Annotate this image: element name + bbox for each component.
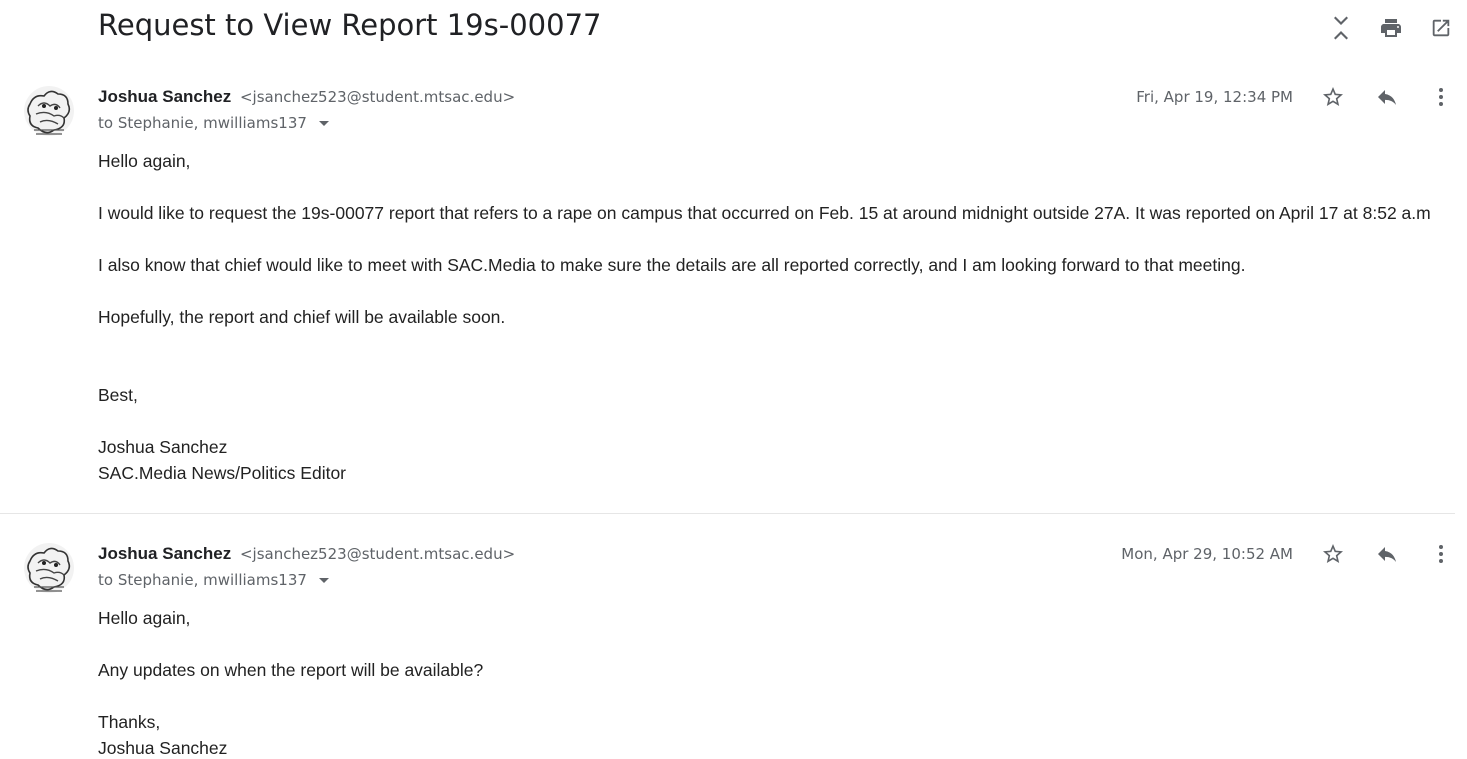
more-options-icon[interactable]: [1427, 83, 1455, 111]
body-line: Joshua Sanchez: [98, 437, 228, 457]
body-line: Best,: [98, 385, 138, 405]
message-divider: [0, 513, 1455, 514]
body-line: Hello again,: [98, 608, 191, 628]
sender-line: Joshua Sanchez <jsanchez523@student.mtsa…: [98, 544, 515, 564]
star-icon[interactable]: [1319, 83, 1347, 111]
body-line: Any updates on when the report will be a…: [98, 660, 484, 680]
thread-subject: Request to View Report 19s-00077: [98, 8, 602, 42]
body-line: I would like to request the 19s-00077 re…: [98, 203, 1431, 223]
star-icon[interactable]: [1319, 540, 1347, 568]
message-actions: [1293, 540, 1455, 568]
show-details-caret-icon[interactable]: [318, 577, 329, 583]
open-in-new-window-icon[interactable]: [1427, 14, 1455, 42]
reply-icon[interactable]: [1373, 540, 1401, 568]
body-line: Hello again,: [98, 151, 191, 171]
body-line: Hopefully, the report and chief will be …: [98, 307, 506, 327]
thread-toolbar: [1327, 14, 1455, 42]
body-line: Thanks,: [98, 712, 161, 732]
sender-email: <jsanchez523@student.mtsac.edu>: [239, 545, 516, 563]
message-date: Fri, Apr 19, 12:34 PM: [1136, 88, 1293, 106]
recipients-line: to Stephanie, mwilliams137: [98, 114, 329, 132]
reply-icon[interactable]: [1373, 83, 1401, 111]
show-details-caret-icon[interactable]: [318, 120, 329, 126]
more-options-icon[interactable]: [1427, 540, 1455, 568]
avatar[interactable]: [20, 541, 78, 595]
sender-name[interactable]: Joshua Sanchez: [98, 544, 231, 563]
message-actions: [1293, 83, 1455, 111]
recipients-text: to Stephanie, mwilliams137: [98, 571, 307, 589]
sender-name[interactable]: Joshua Sanchez: [98, 87, 231, 106]
sender-line: Joshua Sanchez <jsanchez523@student.mtsa…: [98, 87, 515, 107]
avatar[interactable]: [20, 84, 78, 138]
body-line: SAC.Media News/Politics Editor: [98, 463, 346, 483]
recipients-line: to Stephanie, mwilliams137: [98, 571, 329, 589]
body-line: Joshua Sanchez: [98, 738, 228, 758]
sender-email: <jsanchez523@student.mtsac.edu>: [239, 88, 516, 106]
expand-collapse-icon[interactable]: [1327, 14, 1355, 42]
recipients-text: to Stephanie, mwilliams137: [98, 114, 307, 132]
body-line: I also know that chief would like to mee…: [98, 255, 1246, 275]
message-date: Mon, Apr 29, 10:52 AM: [1121, 545, 1293, 563]
print-icon[interactable]: [1377, 14, 1405, 42]
